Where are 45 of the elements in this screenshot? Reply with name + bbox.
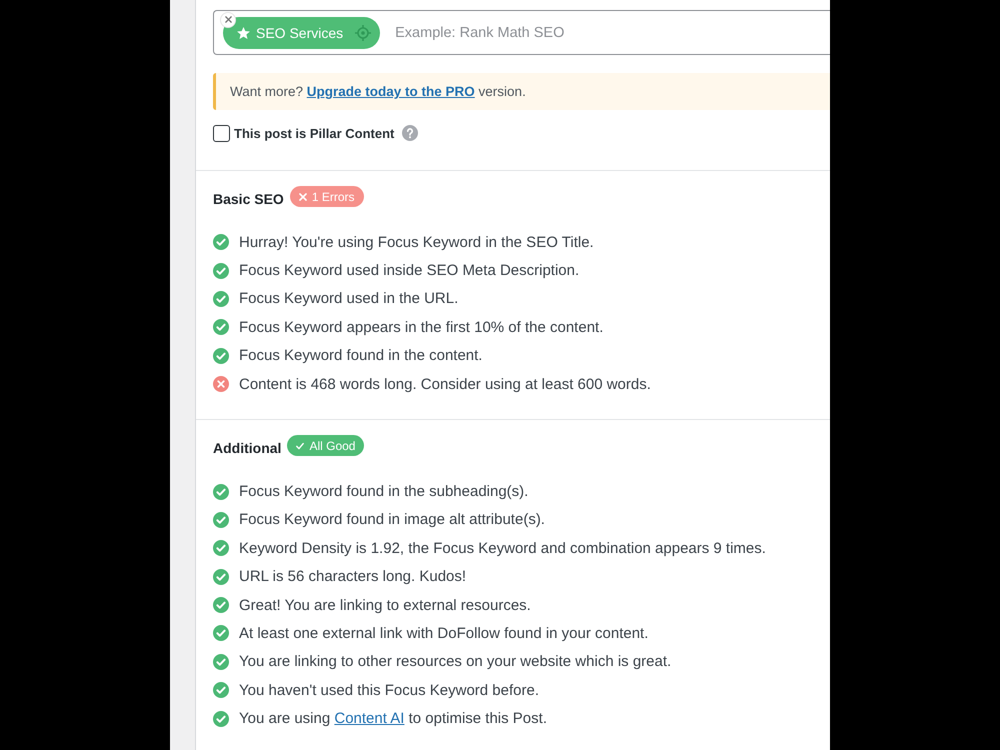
notice-text: Want more? Upgrade today to the PRO version. [230,84,526,99]
check-result-text: Focus Keyword found in the subheading(s). [239,483,528,500]
check-icon [213,597,229,614]
remove-tag-button[interactable] [221,12,235,26]
check-result-text: Focus Keyword found in image alt attribute(s). [239,511,545,528]
close-icon [224,16,232,23]
pillar-content-checkbox[interactable] [213,124,230,142]
check-result-text: Focus Keyword used in the URL. [239,290,458,308]
status-label: 1 Errors [312,190,355,204]
close-icon [298,192,307,200]
check-icon [213,568,229,585]
upgrade-link[interactable]: Upgrade today to the PRO [306,84,475,99]
check-icon [213,710,229,727]
help-icon[interactable] [402,125,418,141]
check-icon [213,319,229,336]
check-icon [213,512,229,528]
check-result-text: URL is 56 characters long. Kudos! [239,568,466,586]
star-icon [237,26,250,38]
check-result-text: At least one external link with DoFollow found in your content. [239,624,648,642]
error-icon [213,376,229,392]
check-icon [213,625,229,642]
check-icon [213,682,229,698]
check-result-text: You haven't used this Focus Keyword before. [239,682,539,699]
check-result-text: Focus Keyword appears in the first 10% of the content. [239,318,604,336]
section-title: Basic SEO [213,191,284,207]
check-result-text: You are using Content AI to optimise this Post. [239,710,547,728]
pillar-content-label: This post is Pillar Content [234,126,394,140]
check-icon [213,484,229,500]
text-link[interactable]: Content AI [334,710,404,728]
check-result-text: Content is 468 words long. Consider using at least 600 words. [239,376,651,393]
section-title: Additional [213,440,282,456]
check-icon [213,348,229,364]
check-result-text: Focus Keyword used inside SEO Meta Description. [239,262,580,280]
check-icon [213,234,229,250]
check-icon [213,654,229,670]
check-result-text: Great! You are linking to external resources. [239,596,531,614]
check-result-text: You are linking to other resources on your website which is great. [239,653,672,670]
status-label: All Good [309,438,356,453]
check-icon [296,442,304,450]
check-result-text: Hurray! You're using Focus Keyword in the SEO Title. [239,234,594,251]
check-icon [213,540,229,556]
check-result-text: Keyword Density is 1.92, the Focus Keyword and combination appears 9 times. [239,540,766,557]
check-icon [213,290,229,307]
check-result-text: Focus Keyword found in the content. [239,347,482,364]
check-icon [213,262,229,279]
